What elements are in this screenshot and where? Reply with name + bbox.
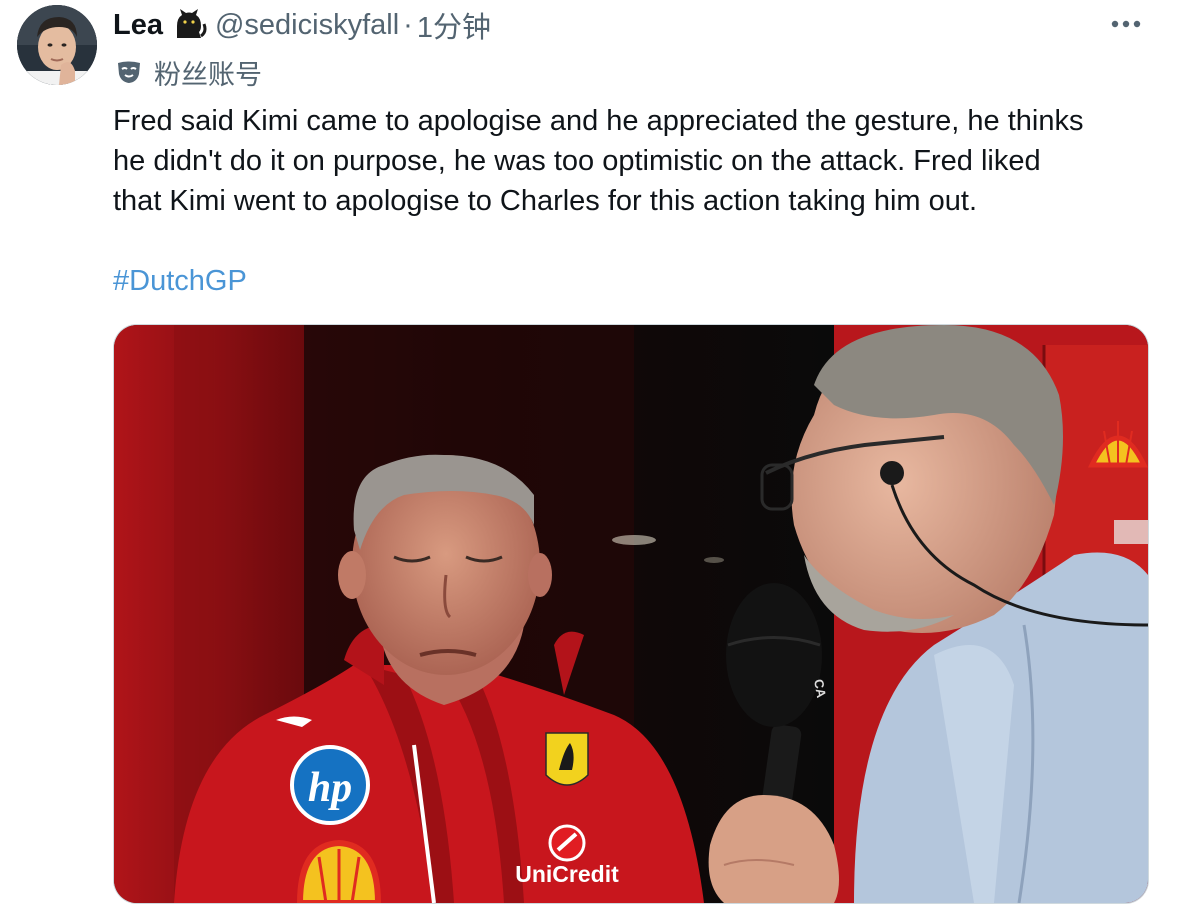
timestamp[interactable]: 1分钟 [417,4,491,46]
tweet: Lea @sediciskyfall · 1分钟 粉丝账号 Fred said … [0,0,1184,924]
badge-label: 粉丝账号 [154,59,262,90]
account-badge: 粉丝账号 [116,54,262,90]
cat-icon [171,8,207,42]
tweet-text-line: Fred said Kimi came to apologise and he … [113,105,1084,137]
hp-logo-icon: hp [290,745,370,825]
tweet-text-line: that Kimi went to apologise to Charles f… [113,185,977,217]
user-handle[interactable]: @sediciskyfall [215,9,399,42]
tweet-header: Lea @sediciskyfall · 1分钟 [113,4,491,46]
shell-chest-logo-icon [296,839,382,903]
hashtag-link[interactable]: #DutchGP [113,261,247,301]
separator-dot: · [403,8,413,41]
more-icon [1111,20,1141,28]
tweet-media[interactable]: hp UniCredit CA [113,324,1149,904]
more-button[interactable] [1106,8,1146,40]
ferrari-shield-icon [545,732,589,786]
hp-logo-text: hp [308,765,352,811]
avatar[interactable] [17,5,97,85]
tweet-text: Fred said Kimi came to apologise and he … [113,101,1158,221]
tweet-text-line: he didn't do it on purpose, he was too o… [113,145,1041,177]
mask-icon [116,60,142,84]
unicredit-text: UniCredit [515,861,619,887]
avatar-image [17,5,97,85]
display-name[interactable]: Lea [113,9,163,42]
media-image: hp UniCredit CA [114,325,1148,903]
